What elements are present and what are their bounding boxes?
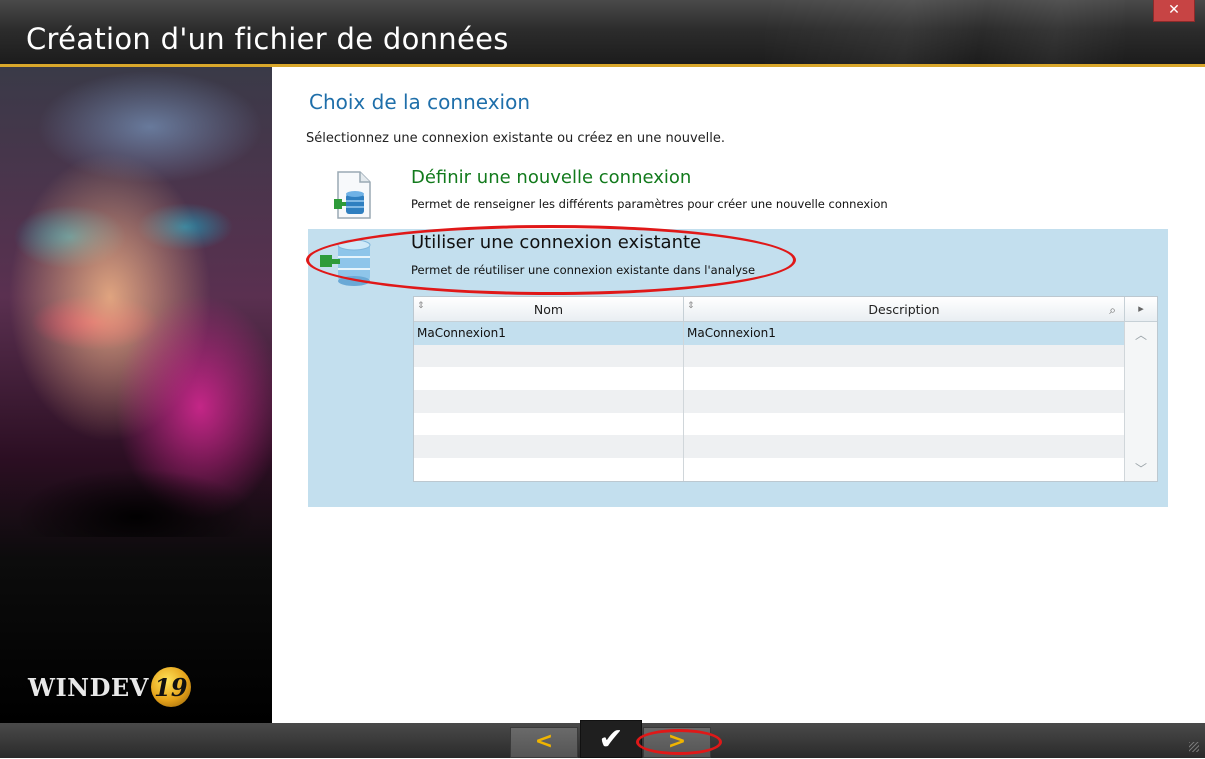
option-new-title: Définir une nouvelle connexion <box>411 167 692 188</box>
database-new-icon <box>324 168 378 222</box>
logo-text: WINDEV <box>28 672 149 702</box>
table-body: MaConnexion1 MaConnexion1 <box>414 322 1157 481</box>
cell-description <box>684 345 1124 368</box>
cell-nom <box>414 458 684 481</box>
title-bar: Création d'un fichier de données ✕ <box>0 0 1205 66</box>
option-new-connection[interactable]: Définir une nouvelle connexion Permet de… <box>308 163 1168 225</box>
table-header: ⇕ Nom ⇕ Description ⌕ ▸ <box>414 297 1157 322</box>
cell-nom: MaConnexion1 <box>414 322 684 345</box>
column-header-nom[interactable]: ⇕ Nom <box>414 297 684 321</box>
table-row[interactable] <box>414 435 1157 459</box>
table-row[interactable]: MaConnexion1 MaConnexion1 <box>414 322 1157 345</box>
cell-description: MaConnexion1 <box>687 326 776 340</box>
annotation-highlight-option <box>306 225 796 295</box>
close-button[interactable]: ✕ <box>1153 0 1195 22</box>
wizard-navigation-bar: < ✔ > <box>0 720 1205 758</box>
table-row[interactable] <box>414 344 1157 368</box>
cell-description <box>684 435 1124 458</box>
search-icon[interactable]: ⌕ <box>1109 297 1116 323</box>
page-subtitle: Sélectionnez une connexion existante ou … <box>306 131 726 146</box>
cell-nom <box>414 390 684 413</box>
sort-icon: ⇕ <box>417 301 425 311</box>
wizard-window: Création d'un fichier de données ✕ WINDE… <box>0 0 1205 758</box>
table-scrollbar[interactable]: ︿ ﹀ <box>1124 322 1157 481</box>
cell-nom <box>414 412 684 436</box>
sidebar-illustration: WINDEV 19 <box>0 67 272 723</box>
table-row[interactable] <box>414 367 1157 391</box>
previous-button[interactable]: < <box>510 727 578 758</box>
cell-description <box>684 390 1124 413</box>
annotation-highlight-next <box>636 729 722 755</box>
column-header-description[interactable]: ⇕ Description ⌕ <box>684 297 1124 321</box>
option-new-description: Permet de renseigner les différents para… <box>411 197 888 211</box>
cell-description <box>684 458 1124 481</box>
scroll-down-icon[interactable]: ﹀ <box>1125 460 1157 477</box>
sort-icon: ⇕ <box>687 301 695 311</box>
cell-nom <box>414 344 684 368</box>
finish-button[interactable]: ✔ <box>580 720 642 758</box>
table-row[interactable] <box>414 412 1157 436</box>
option-existing-connection[interactable]: Utiliser une connexion existante Permet … <box>306 225 1168 507</box>
crowd-silhouette <box>0 427 272 537</box>
scroll-up-icon[interactable]: ︿ <box>1125 326 1157 343</box>
resize-grip[interactable] <box>1189 742 1199 752</box>
page-title: Choix de la connexion <box>309 90 530 114</box>
cell-description <box>684 367 1124 390</box>
column-header-description-label: Description <box>868 302 940 317</box>
connections-table[interactable]: ⇕ Nom ⇕ Description ⌕ ▸ MaConnexion1 MaCo… <box>413 296 1158 482</box>
logo-version-badge: 19 <box>150 667 191 707</box>
column-menu-button[interactable]: ▸ <box>1124 297 1157 321</box>
cell-nom <box>414 367 684 391</box>
windev-logo: WINDEV 19 <box>28 667 191 707</box>
window-title: Création d'un fichier de données <box>26 22 509 56</box>
column-header-nom-label: Nom <box>533 302 564 317</box>
title-bar-decoration <box>765 0 1125 66</box>
cell-description <box>684 413 1124 436</box>
table-row[interactable] <box>414 458 1157 481</box>
table-row[interactable] <box>414 390 1157 413</box>
wizard-content: Choix de la connexion Sélectionnez une c… <box>272 67 1205 723</box>
cell-nom <box>414 435 684 459</box>
